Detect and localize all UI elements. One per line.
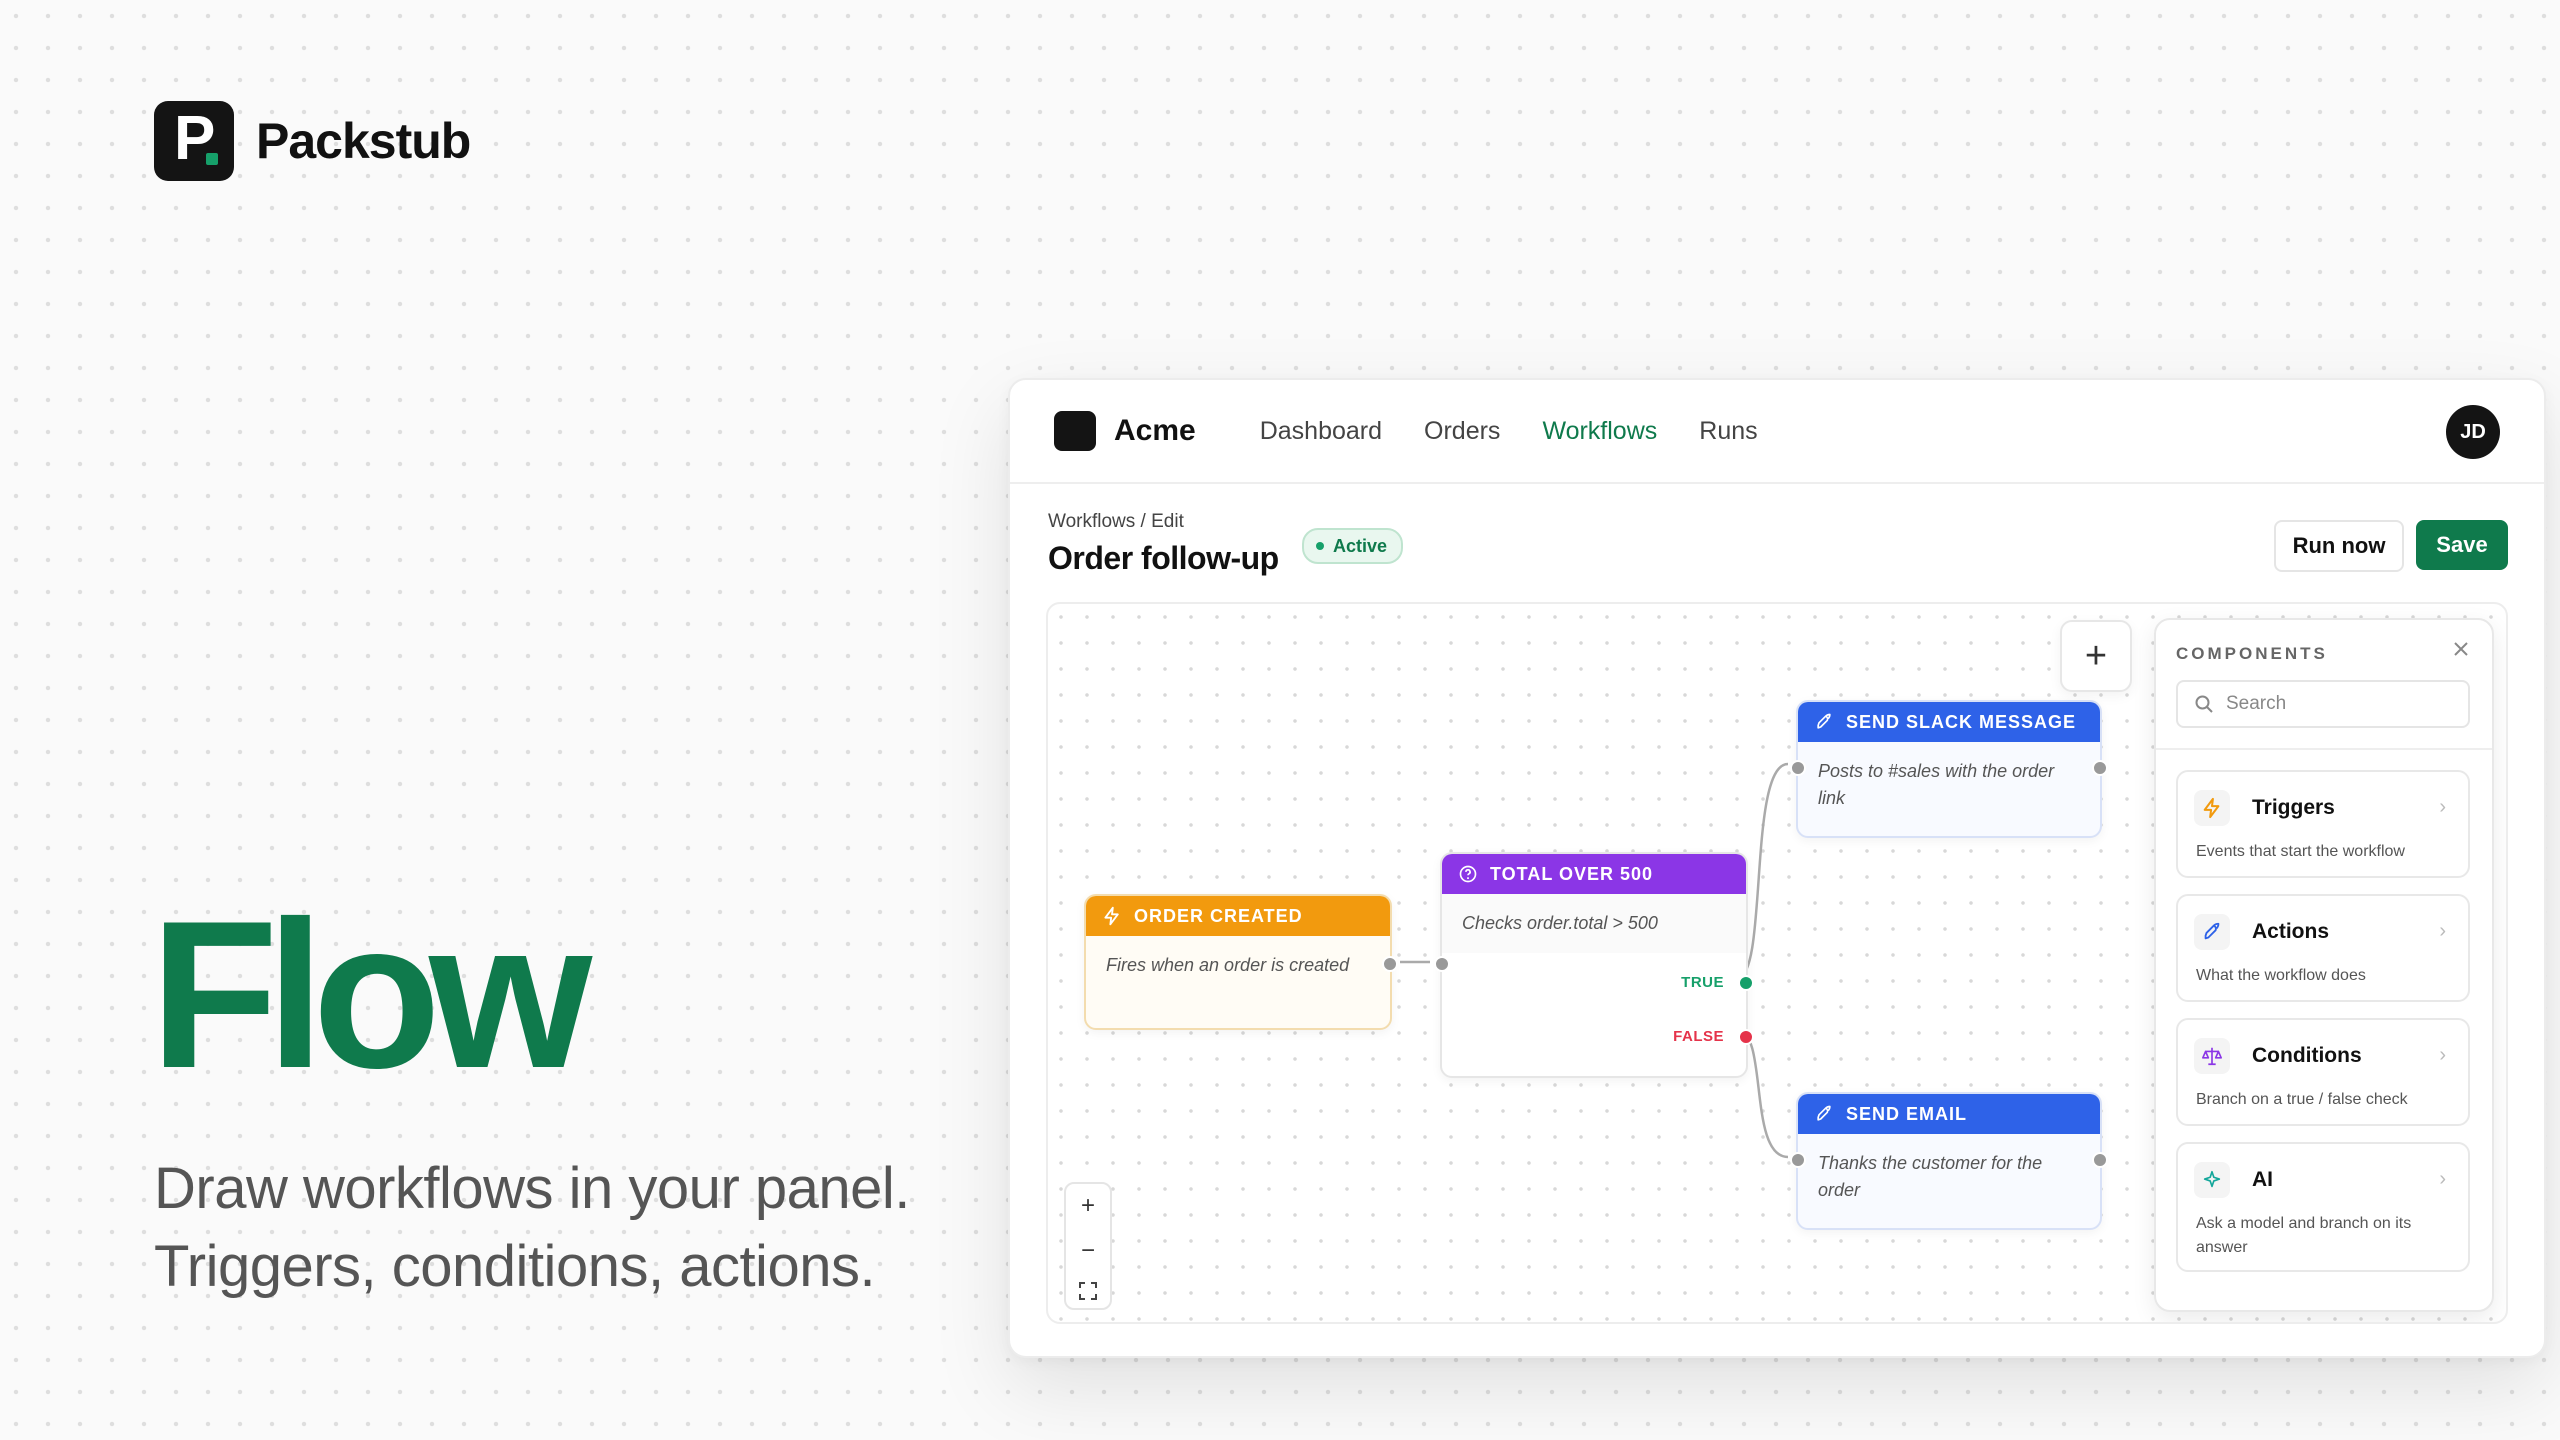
chevron-right-icon: › <box>2439 1168 2446 1190</box>
component-name: Triggers <box>2252 796 2335 819</box>
port-out[interactable] <box>1382 956 1398 972</box>
rocket-icon <box>1817 713 1831 729</box>
chevron-right-icon: › <box>2439 796 2446 818</box>
branch-true-label: TRUE <box>1681 974 1724 991</box>
component-icon-wrap <box>2194 790 2230 826</box>
chevron-right-icon: › <box>2439 920 2446 942</box>
port-in[interactable] <box>1434 956 1450 972</box>
close-icon[interactable] <box>2452 640 2470 658</box>
node-total-over-title: TOTAL OVER 500 <box>1490 863 1654 884</box>
component-icon-wrap <box>2194 1038 2230 1074</box>
port-out[interactable] <box>2092 760 2108 776</box>
component-desc: Ask a model and branch on its answer <box>2196 1215 2412 1256</box>
node-order-created-header: ORDER CREATED <box>1086 896 1390 936</box>
bolt-icon <box>2203 797 2220 819</box>
node-order-created-title: ORDER CREATED <box>1134 905 1303 926</box>
search-input[interactable] <box>2224 692 2448 716</box>
node-order-created-desc: Fires when an order is created <box>1106 955 1350 975</box>
breadcrumb: Workflows / Edit <box>1048 511 1184 532</box>
app-logo[interactable] <box>1054 411 1096 451</box>
bolt-icon <box>1104 906 1119 926</box>
sparkle-icon <box>2203 1170 2221 1188</box>
port-out[interactable] <box>2092 1152 2108 1168</box>
fit-view-icon[interactable] <box>1079 1281 1097 1300</box>
component-name: AI <box>2252 1168 2273 1191</box>
nav-orders[interactable]: Orders <box>1424 417 1500 446</box>
component-actions[interactable]: Actions › What the workflow does <box>2176 894 2470 1002</box>
node-total-over-header: TOTAL OVER 500 <box>1442 854 1746 894</box>
scale-icon <box>2202 1047 2222 1066</box>
component-desc: Branch on a true / false check <box>2196 1091 2408 1108</box>
question-icon <box>1459 865 1477 883</box>
brand-name: Packstub <box>256 113 471 169</box>
branch-false-label: FALSE <box>1673 1028 1724 1045</box>
component-desc: Events that start the workflow <box>2196 843 2405 860</box>
status-badge: Active <box>1302 528 1404 564</box>
node-slack-header: SEND SLACK MESSAGE <box>1798 702 2100 742</box>
components-panel-title: COMPONENTS <box>2176 644 2328 663</box>
node-email-desc: Thanks the customer for the order <box>1818 1153 2043 1200</box>
port-in[interactable] <box>1790 760 1806 776</box>
save-button[interactable]: Save <box>2416 520 2508 570</box>
zoom-controls: + − <box>1064 1182 1112 1310</box>
workflow-canvas[interactable]: ORDER CREATED Fires when an order is cre… <box>1046 602 2508 1324</box>
rocket-icon <box>1817 1105 1831 1121</box>
node-email-title: SEND EMAIL <box>1846 1103 1968 1124</box>
top-nav: Acme Dashboard Orders Workflows Runs JD <box>1010 380 2544 484</box>
app-window: Acme Dashboard Orders Workflows Runs JD … <box>1008 378 2546 1358</box>
hero-title: Flow <box>150 877 592 1112</box>
avatar[interactable]: JD <box>2446 405 2500 459</box>
node-order-created[interactable]: ORDER CREATED Fires when an order is cre… <box>1084 894 1398 1030</box>
panel-divider <box>2156 748 2492 750</box>
component-name: Conditions <box>2252 1044 2362 1067</box>
search-icon <box>2195 695 2213 713</box>
component-desc: What the workflow does <box>2196 967 2366 984</box>
nav-dashboard[interactable]: Dashboard <box>1260 417 1382 446</box>
node-slack-desc: Posts to #sales with the order link <box>1818 761 2055 808</box>
component-icon-wrap <box>2194 1162 2230 1198</box>
zoom-out-button[interactable]: − <box>1081 1237 1095 1265</box>
chevron-right-icon: › <box>2439 1044 2446 1066</box>
status-label: Active <box>1333 535 1388 556</box>
nav-workflows[interactable]: Workflows <box>1542 417 1657 446</box>
port-false[interactable] <box>1738 1029 1754 1045</box>
node-email-header: SEND EMAIL <box>1798 1094 2100 1134</box>
brand-logo: P <box>154 101 234 181</box>
component-ai[interactable]: AI › Ask a model and branch on its answe… <box>2176 1142 2470 1272</box>
component-name: Actions <box>2252 920 2330 943</box>
status-dot <box>1316 542 1324 550</box>
port-true[interactable] <box>1738 975 1754 991</box>
add-node-button[interactable]: + <box>2060 620 2132 692</box>
node-send-email[interactable]: SEND EMAIL Thanks the customer for the o… <box>1790 1092 2108 1230</box>
component-icon-wrap <box>2194 914 2230 950</box>
nav-runs[interactable]: Runs <box>1699 417 1757 446</box>
port-in[interactable] <box>1790 1152 1806 1168</box>
hero-subtitle-line2: Triggers, conditions, actions. <box>154 1234 876 1299</box>
zoom-in-button[interactable]: + <box>1081 1192 1095 1220</box>
component-conditions[interactable]: Conditions › Branch on a true / false ch… <box>2176 1018 2470 1126</box>
brand-logo-dot <box>206 153 218 165</box>
node-send-slack[interactable]: SEND SLACK MESSAGE Posts to #sales with … <box>1790 700 2108 838</box>
node-total-over-500[interactable]: TOTAL OVER 500 Checks order.total > 500 … <box>1434 852 1754 1078</box>
brand: P Packstub <box>154 101 471 181</box>
node-total-over-desc: Checks order.total > 500 <box>1442 894 1746 953</box>
component-triggers[interactable]: Triggers › Events that start the workflo… <box>2176 770 2470 878</box>
hero-subtitle: Draw workflows in your panel. Triggers, … <box>154 1150 1034 1306</box>
run-now-button[interactable]: Run now <box>2274 520 2404 572</box>
app-name[interactable]: Acme <box>1114 414 1196 448</box>
rocket-icon <box>2204 922 2220 940</box>
page-title: Order follow-up <box>1048 540 1279 576</box>
node-slack-title: SEND SLACK MESSAGE <box>1846 711 2077 732</box>
hero-subtitle-line1: Draw workflows in your panel. <box>154 1156 910 1221</box>
components-panel: COMPONENTS Triggers › Events that start … <box>2154 618 2494 1312</box>
components-search[interactable] <box>2176 680 2470 728</box>
